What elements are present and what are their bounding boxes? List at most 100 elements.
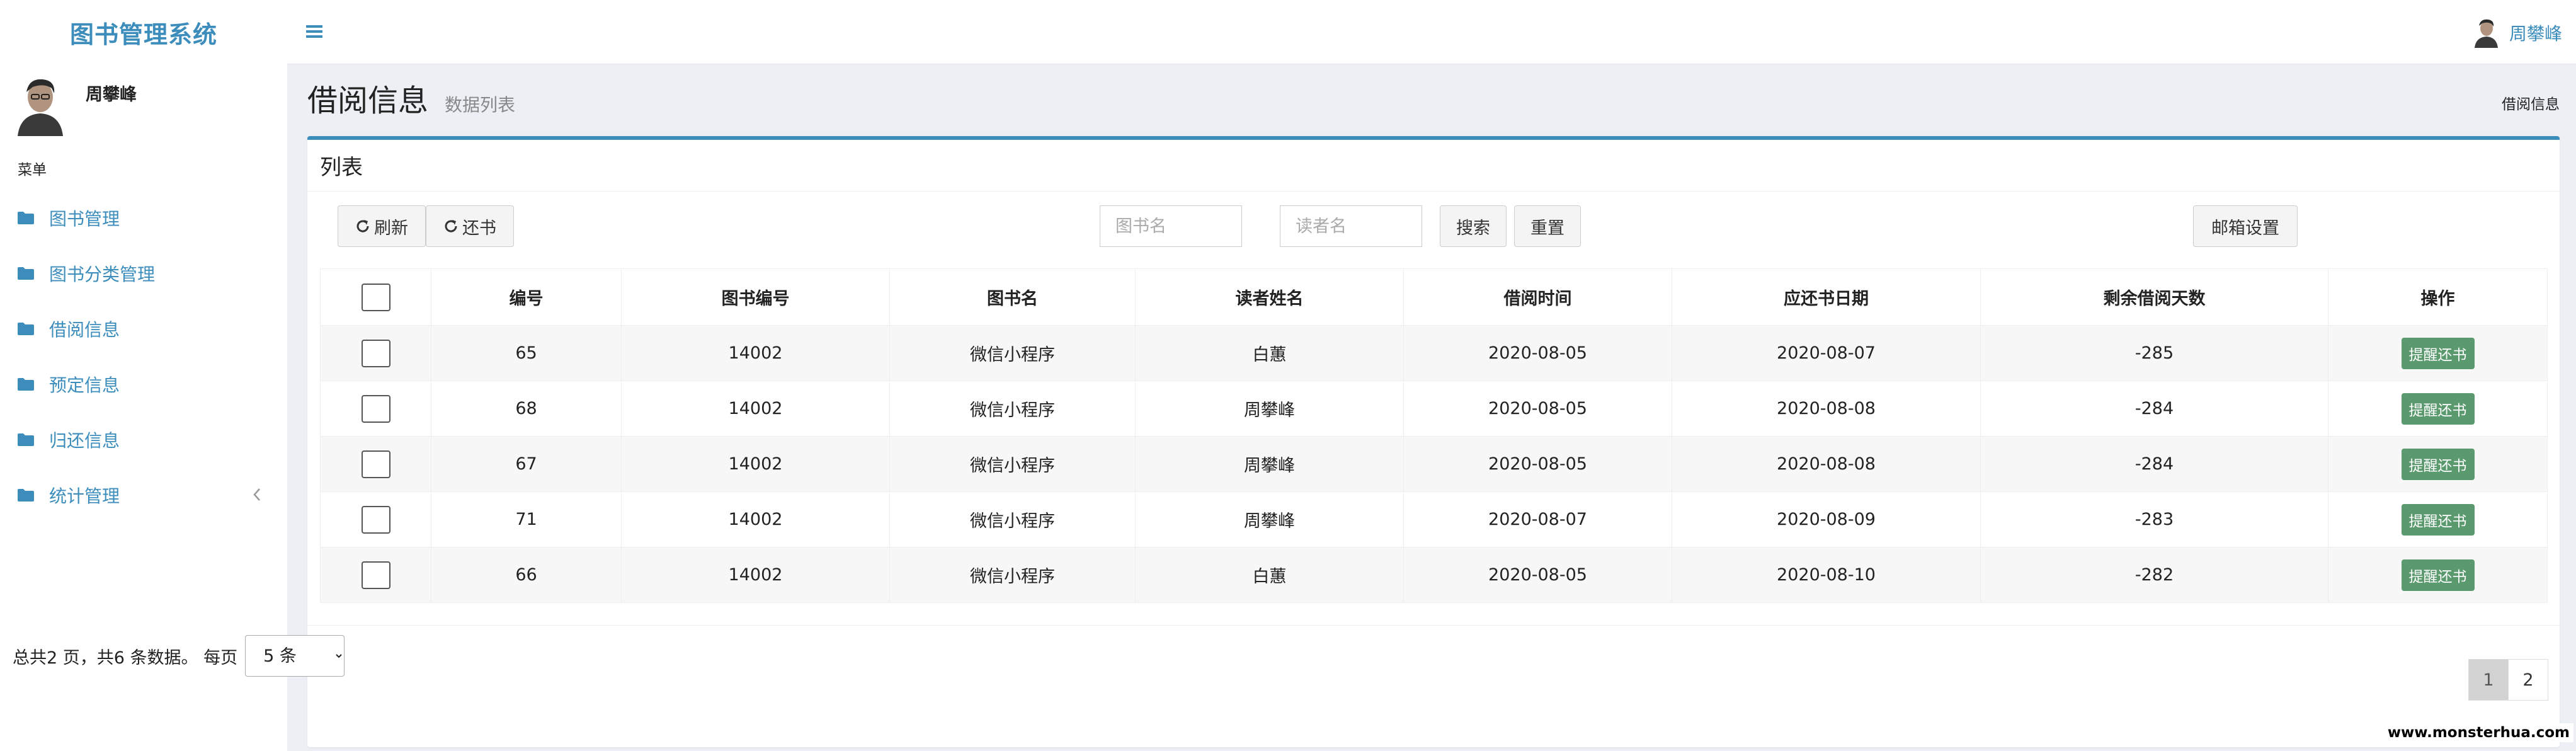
return-book-button[interactable]: 还书: [426, 205, 514, 247]
cell-due-date: 2020-08-09: [1672, 491, 1981, 547]
cell-reader: 周攀峰: [1135, 436, 1404, 492]
cell-due-date: 2020-08-08: [1672, 436, 1981, 492]
pagination-summary: 总共2 页，共6 条数据。 每页: [13, 648, 238, 668]
cell-reader: 周攀峰: [1135, 491, 1404, 547]
page-button-1[interactable]: 1: [2468, 659, 2509, 701]
folder-icon: [18, 378, 34, 391]
row-checkbox[interactable]: [361, 394, 390, 423]
row-select-cell: [320, 325, 431, 381]
refresh-icon: [445, 220, 457, 232]
cell-action: 提醒还书: [2328, 491, 2548, 547]
select-all-checkbox[interactable]: [361, 283, 390, 311]
page-size-select[interactable]: 5 条: [245, 635, 345, 677]
top-user-menu[interactable]: 周攀峰: [2472, 18, 2562, 48]
row-select-cell: [320, 436, 431, 492]
avatar: [2472, 18, 2499, 48]
row-checkbox[interactable]: [361, 339, 390, 367]
cell-id: 68: [431, 381, 622, 437]
column-header[interactable]: 应还书日期: [1672, 268, 1981, 326]
row-checkbox[interactable]: [361, 450, 390, 478]
folder-icon: [18, 267, 34, 280]
top-navbar: 周攀峰: [287, 0, 2576, 64]
mail-settings-label: 邮箱设置: [2211, 218, 2279, 238]
table-row: 66 14002 微信小程序 白蕙 2020-08-05 2020-08-10 …: [320, 547, 2548, 603]
content-header: 借阅信息 数据列表: [307, 76, 515, 121]
cell-borrow-date: 2020-08-05: [1403, 436, 1672, 492]
breadcrumb[interactable]: 借阅信息: [2502, 92, 2560, 113]
refresh-button[interactable]: 刷新: [338, 205, 426, 247]
refresh-icon: [356, 220, 369, 232]
reset-label: 重置: [1530, 218, 1564, 238]
cell-days-left: -285: [1980, 325, 2328, 381]
table-row: 71 14002 微信小程序 周攀峰 2020-08-07 2020-08-09…: [320, 491, 2548, 547]
sidebar-item-borrow-info[interactable]: 借阅信息: [0, 301, 287, 357]
sidebar-item-label: 预定信息: [49, 375, 120, 396]
column-header[interactable]: 借阅时间: [1403, 268, 1672, 326]
cell-id: 67: [431, 436, 622, 492]
column-header: 操作: [2328, 268, 2548, 326]
remind-return-button[interactable]: 提醒还书: [2401, 503, 2475, 536]
cell-days-left: -284: [1980, 381, 2328, 437]
sidebar-item-label: 借阅信息: [49, 319, 120, 340]
search-button[interactable]: 搜索: [1440, 205, 1507, 247]
column-header[interactable]: 图书名: [889, 268, 1136, 326]
row-select-cell: [320, 547, 431, 603]
remind-return-button[interactable]: 提醒还书: [2401, 337, 2475, 369]
pagination: 1 2: [2468, 659, 2548, 701]
column-header[interactable]: 图书编号: [621, 268, 890, 326]
row-checkbox[interactable]: [361, 505, 390, 534]
column-header[interactable]: 编号: [431, 268, 622, 326]
table-row: 67 14002 微信小程序 周攀峰 2020-08-05 2020-08-08…: [320, 436, 2548, 492]
cell-book-name: 微信小程序: [889, 547, 1136, 603]
sidebar-item-label: 归还信息: [49, 430, 120, 451]
column-header[interactable]: 读者姓名: [1135, 268, 1404, 326]
pagination-info: 总共2 页，共6 条数据。 每页 5 条: [13, 635, 345, 677]
table-row: 65 14002 微信小程序 白蕙 2020-08-05 2020-08-07 …: [320, 325, 2548, 381]
cell-action: 提醒还书: [2328, 381, 2548, 437]
box-title: 列表: [307, 140, 2560, 192]
cell-due-date: 2020-08-10: [1672, 547, 1981, 603]
reader-name-input[interactable]: [1280, 205, 1422, 247]
cell-days-left: -284: [1980, 436, 2328, 492]
page-title: 借阅信息: [307, 83, 429, 118]
folder-icon: [18, 323, 34, 335]
table-row: 68 14002 微信小程序 周攀峰 2020-08-05 2020-08-08…: [320, 381, 2548, 437]
sidebar-item-label: 统计管理: [49, 486, 120, 507]
cell-borrow-date: 2020-08-05: [1403, 381, 1672, 437]
user-name: 周攀峰: [86, 85, 137, 105]
cell-book-no: 14002: [621, 491, 890, 547]
sidebar-item-statistics[interactable]: 统计管理: [0, 467, 287, 523]
remind-return-button[interactable]: 提醒还书: [2401, 559, 2475, 591]
book-name-input[interactable]: [1100, 205, 1242, 247]
sidebar-item-return-info[interactable]: 归还信息: [0, 412, 287, 467]
cell-book-name: 微信小程序: [889, 381, 1136, 437]
select-all-cell: [320, 268, 431, 326]
chevron-left-icon[interactable]: [252, 486, 262, 503]
sidebar-item-category-management[interactable]: 图书分类管理: [0, 246, 287, 301]
cell-action: 提醒还书: [2328, 325, 2548, 381]
mail-settings-button[interactable]: 邮箱设置: [2193, 205, 2298, 247]
cell-days-left: -283: [1980, 491, 2328, 547]
hamburger-menu-icon[interactable]: [306, 24, 322, 39]
page-button-2[interactable]: 2: [2508, 659, 2548, 701]
borrow-table: 编号 图书编号 图书名 读者姓名 借阅时间 应还书日期 剩余借阅天数 操作 65…: [320, 268, 2548, 603]
list-box: 列表 刷新 还书 搜索 重置 邮箱设置 编号: [307, 136, 2560, 747]
cell-action: 提醒还书: [2328, 547, 2548, 603]
app-title[interactable]: 图书管理系统: [0, 0, 287, 64]
reset-button[interactable]: 重置: [1514, 205, 1581, 247]
cell-book-no: 14002: [621, 325, 890, 381]
cell-borrow-date: 2020-08-05: [1403, 325, 1672, 381]
cell-borrow-date: 2020-08-07: [1403, 491, 1672, 547]
column-header[interactable]: 剩余借阅天数: [1980, 268, 2328, 326]
folder-icon: [18, 433, 34, 446]
remind-return-button[interactable]: 提醒还书: [2401, 448, 2475, 480]
cell-id: 71: [431, 491, 622, 547]
sidebar-menu: 图书管理 图书分类管理 借阅信息 预定信息 归还信息 统计管理: [0, 190, 287, 523]
sidebar-item-reservation-info[interactable]: 预定信息: [0, 357, 287, 412]
page-subtitle: 数据列表: [445, 95, 516, 115]
remind-return-button[interactable]: 提醒还书: [2401, 393, 2475, 425]
cell-due-date: 2020-08-07: [1672, 325, 1981, 381]
row-checkbox[interactable]: [361, 561, 390, 589]
sidebar-item-book-management[interactable]: 图书管理: [0, 190, 287, 246]
table-header-row: 编号 图书编号 图书名 读者姓名 借阅时间 应还书日期 剩余借阅天数 操作: [320, 268, 2548, 326]
